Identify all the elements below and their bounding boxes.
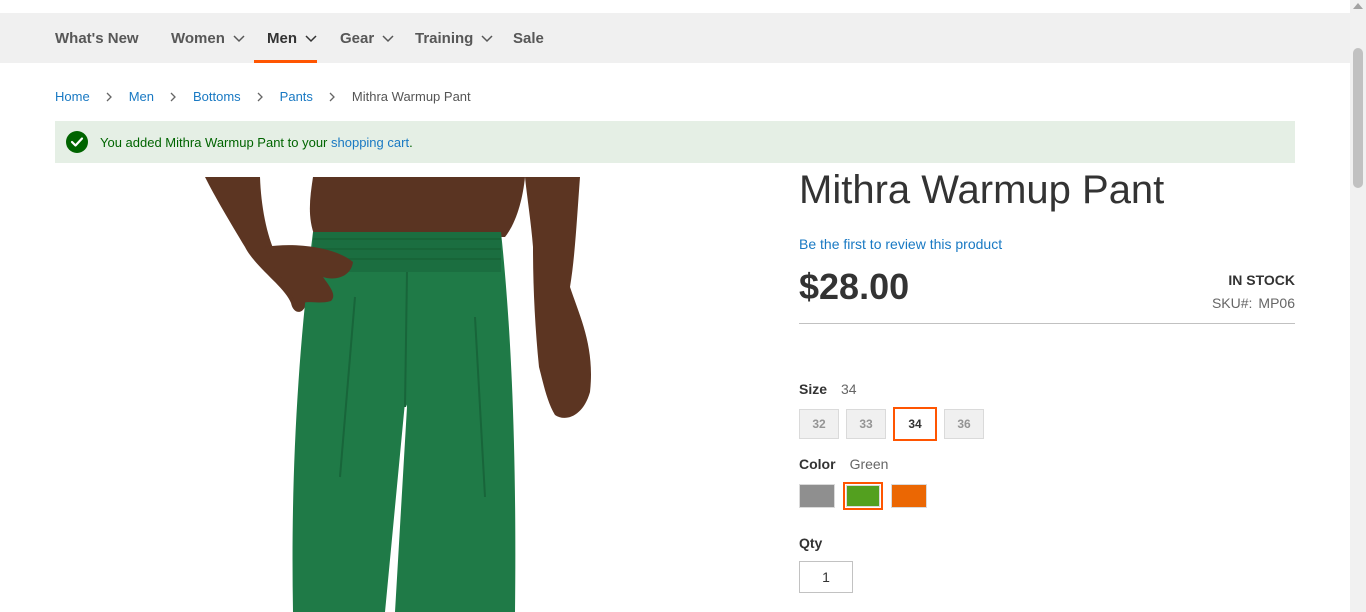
chevron-down-icon [481, 35, 493, 43]
breadcrumb-home[interactable]: Home [55, 89, 90, 104]
check-circle-icon [66, 131, 88, 153]
size-option-label: Size 34 [799, 381, 857, 397]
color-option-label: Color Green [799, 456, 888, 472]
qty-input[interactable] [799, 561, 853, 593]
chevron-down-icon [305, 35, 317, 43]
qty-label: Qty [799, 535, 823, 551]
chevron-right-icon [257, 92, 263, 101]
message-text: You added Mithra Warmup Pant to your sho… [100, 135, 413, 150]
review-link[interactable]: Be the first to review this product [799, 236, 1002, 252]
sku-value: MP06 [1258, 295, 1295, 311]
message-suffix: . [409, 134, 413, 150]
message-prefix: You added Mithra Warmup Pant to your [100, 134, 331, 150]
chevron-right-icon [329, 92, 335, 101]
color-swatch-orange[interactable] [891, 484, 927, 508]
nav-item-training[interactable]: Training [415, 13, 493, 63]
shopping-cart-link[interactable]: shopping cart [331, 135, 409, 150]
size-option-36[interactable]: 36 [944, 409, 984, 439]
size-swatches: 32 33 34 36 [799, 407, 984, 441]
product-photo-illustration [205, 177, 591, 612]
sku: SKU#: MP06 [1212, 295, 1295, 311]
size-label: Size [799, 381, 828, 397]
breadcrumb: Home Men Bottoms Pants Mithra Warmup Pan… [55, 89, 471, 104]
color-swatch-gray[interactable] [799, 484, 835, 508]
scroll-up-arrow-icon[interactable] [1353, 3, 1363, 9]
chevron-down-icon [382, 35, 394, 43]
divider [799, 323, 1295, 324]
chevron-down-icon [233, 35, 245, 43]
nav-item-label: Women [171, 29, 225, 47]
nav-item-label: Sale [513, 29, 544, 47]
scrollbar-thumb[interactable] [1353, 48, 1363, 188]
breadcrumb-men[interactable]: Men [129, 89, 154, 104]
product-image[interactable] [55, 177, 775, 612]
color-swatch-green[interactable] [843, 482, 883, 510]
nav-item-label: Gear [340, 29, 375, 47]
chevron-right-icon [170, 92, 176, 101]
breadcrumb-pants[interactable]: Pants [280, 89, 313, 104]
size-option-33[interactable]: 33 [846, 409, 886, 439]
color-selected-value: Green [849, 456, 889, 472]
chevron-right-icon [106, 92, 112, 101]
size-option-32[interactable]: 32 [799, 409, 839, 439]
sku-label: SKU#: [1211, 295, 1253, 311]
vertical-scrollbar[interactable] [1350, 0, 1366, 612]
size-option-34[interactable]: 34 [893, 407, 937, 441]
stock-status: In stock [1228, 272, 1295, 288]
active-nav-indicator [254, 60, 317, 63]
product-title: Mithra Warmup Pant [799, 168, 1165, 212]
nav-item-sale[interactable]: Sale [513, 13, 544, 63]
nav-item-label: Training [415, 29, 474, 47]
nav-item-whats-new[interactable]: What's New [55, 13, 139, 63]
size-selected-value: 34 [841, 381, 857, 397]
nav-item-men[interactable]: Men [267, 13, 317, 63]
nav-item-women[interactable]: Women [171, 13, 245, 63]
top-strip [0, 0, 1350, 13]
color-swatches [799, 482, 927, 510]
product-price: $28.00 [799, 266, 910, 307]
nav-item-label: What's New [55, 29, 139, 47]
color-label: Color [799, 456, 836, 472]
nav-item-label: Men [267, 29, 297, 47]
main-navigation: What's New Women Men Gear Training Sale [0, 13, 1350, 63]
success-message: You added Mithra Warmup Pant to your sho… [55, 121, 1295, 163]
breadcrumb-current: Mithra Warmup Pant [351, 89, 471, 104]
nav-item-gear[interactable]: Gear [340, 13, 394, 63]
breadcrumb-bottoms[interactable]: Bottoms [193, 89, 241, 104]
